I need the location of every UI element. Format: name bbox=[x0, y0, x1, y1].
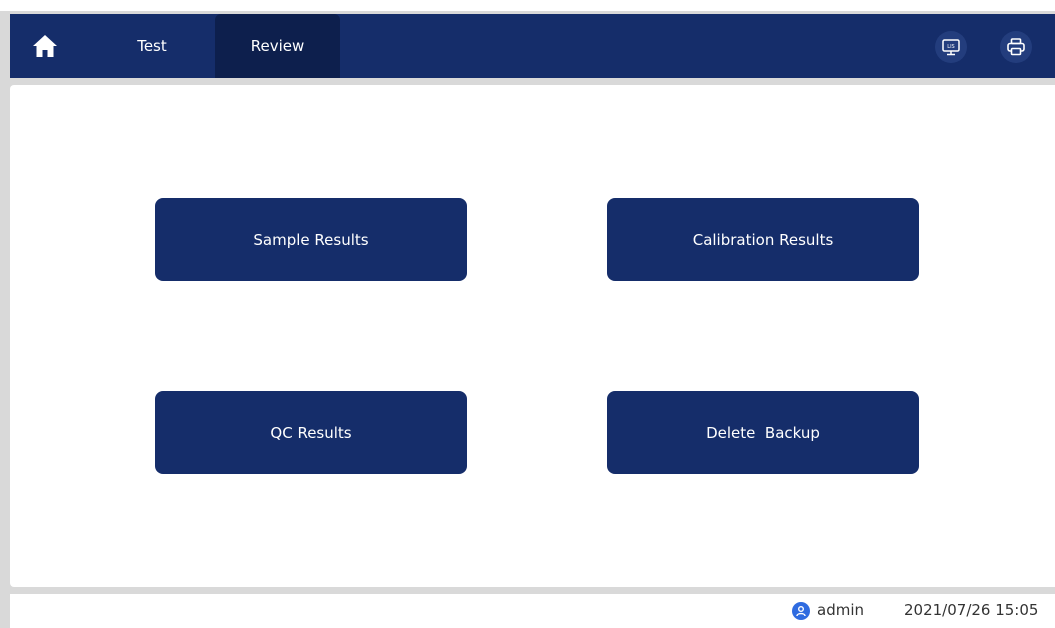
tab-review[interactable]: Review bbox=[215, 14, 340, 78]
lis-button[interactable]: LIS bbox=[935, 31, 967, 63]
review-panel: Sample Results Calibration Results QC Re… bbox=[10, 85, 1055, 587]
top-nav-bar: Test Review LIS bbox=[10, 14, 1055, 78]
calibration-results-button[interactable]: Calibration Results bbox=[607, 198, 919, 281]
user-icon bbox=[792, 602, 810, 620]
home-button[interactable] bbox=[32, 34, 58, 58]
svg-text:LIS: LIS bbox=[947, 44, 954, 50]
delete-backup-button[interactable]: Delete Backup bbox=[607, 391, 919, 474]
status-bar: admin 2021/07/26 15:05 bbox=[10, 594, 1055, 628]
home-icon bbox=[33, 35, 57, 57]
tab-test[interactable]: Test bbox=[106, 14, 198, 78]
print-button[interactable] bbox=[1000, 31, 1032, 63]
lis-monitor-icon: LIS bbox=[942, 39, 960, 56]
sample-results-button[interactable]: Sample Results bbox=[155, 198, 467, 281]
printer-icon bbox=[1007, 38, 1025, 56]
qc-results-button[interactable]: QC Results bbox=[155, 391, 467, 474]
current-datetime: 2021/07/26 15:05 bbox=[904, 601, 1039, 619]
current-user: admin bbox=[817, 601, 864, 619]
